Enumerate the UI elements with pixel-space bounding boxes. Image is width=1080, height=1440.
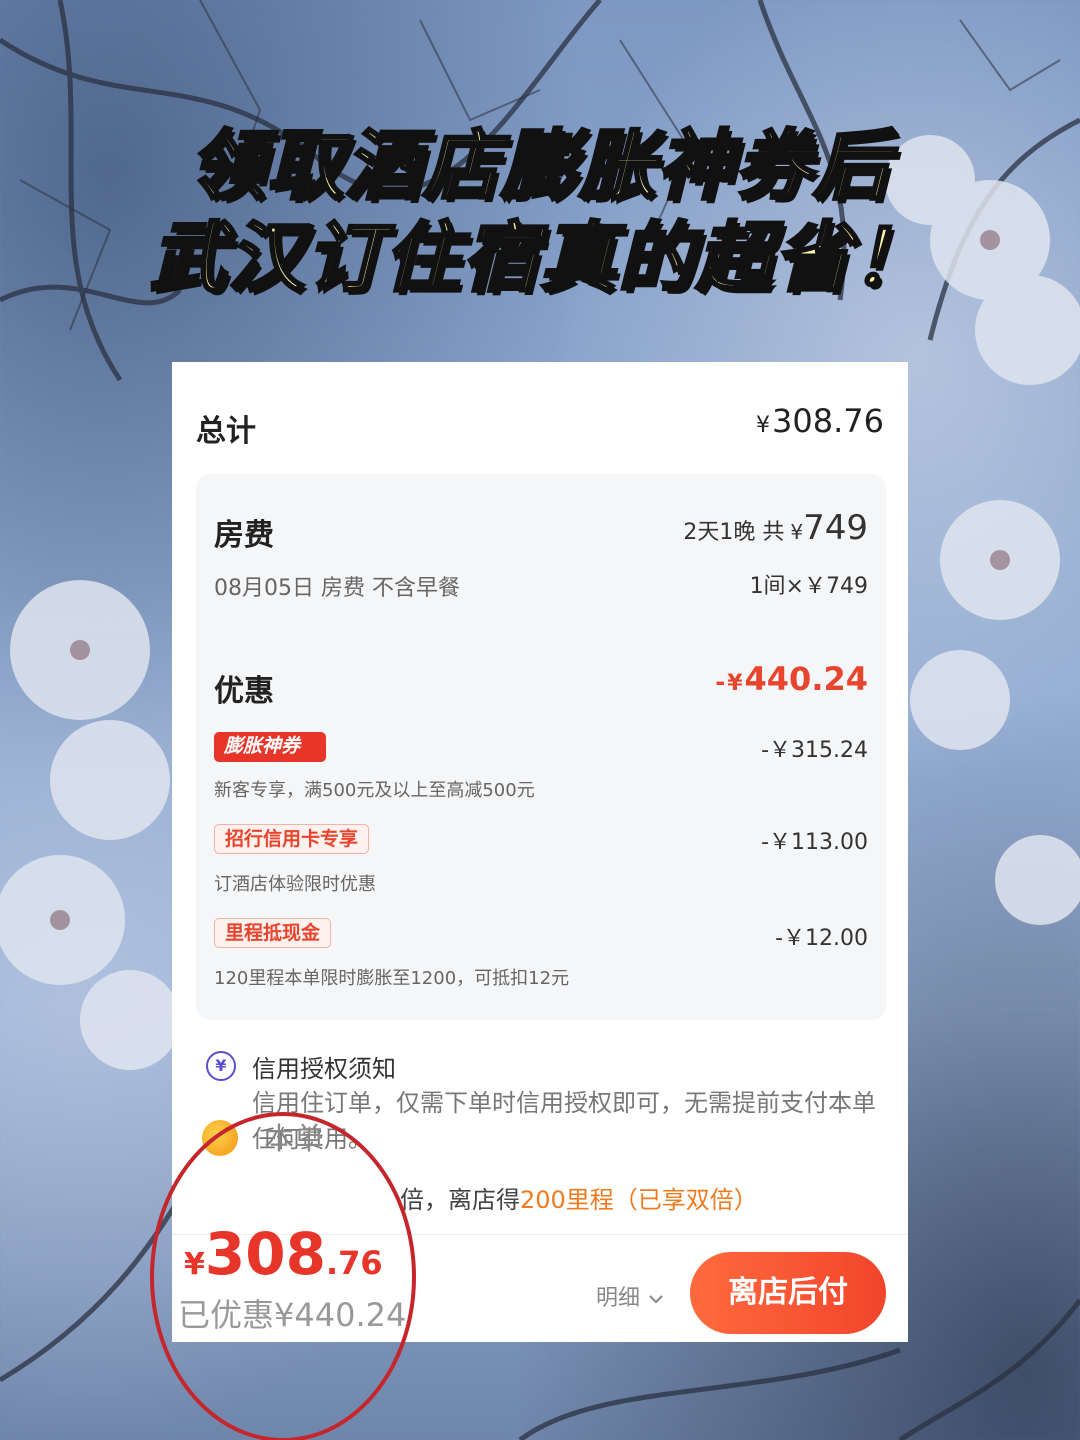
overlapped-text: 本单 [264, 1122, 324, 1157]
total-label: 总计 [196, 414, 256, 449]
discount-desc-cmb-card: 订酒店体验限时优惠 [214, 874, 376, 895]
room-fee-line-desc: 08月05日 房费 不含早餐 [214, 576, 460, 601]
yuan-circle-icon: ¥ [206, 1051, 236, 1081]
discount-total-amount: 440.24 [744, 660, 868, 698]
discount-amount-mileage: -￥12.00 [775, 926, 868, 951]
footer-currency: ¥ [184, 1247, 205, 1282]
room-fee-currency: ¥ [790, 520, 804, 544]
coupon-tag-expansion: 膨胀神券 [214, 732, 327, 762]
discount-amount-cmb-card: -￥113.00 [761, 830, 868, 855]
room-fee-summary-amount: 749 [803, 508, 868, 548]
room-fee-title: 房费 [214, 518, 274, 553]
coupon-tag-mileage: 里程抵现金 [214, 918, 332, 948]
footer-price-dec: .76 [325, 1244, 383, 1282]
total-currency: ¥ [756, 413, 771, 438]
room-fee-line-amount: 1间×￥749 [749, 574, 868, 599]
mileage-prefix: 倍，离店得 [400, 1186, 520, 1214]
headline-line-1: 领取酒店膨胀神券后 [188, 120, 891, 212]
total-amount: 308.76 [772, 402, 884, 440]
fee-breakdown-box: 房费 2天1晚 共 ¥749 08月05日 房费 不含早餐 1间×￥749 优惠 … [196, 474, 886, 1020]
discount-desc-expansion: 新客专享，满500元及以上至高减500元 [214, 780, 535, 801]
footer-price: ¥308.76 [184, 1220, 383, 1288]
room-fee-summary: 2天1晚 共 ¥749 [683, 508, 868, 548]
mileage-reward: 倍，离店得200里程（已享双倍） [400, 1180, 758, 1215]
detail-toggle[interactable]: 明细 [596, 1280, 664, 1312]
total-value: ¥308.76 [756, 402, 884, 440]
pay-after-checkout-button[interactable]: 离店后付 [690, 1252, 886, 1334]
notice-text: 信用住订单，仅需下单时信用授权即可，无需提前支付本单任何费用。 [252, 1089, 876, 1153]
discount-title: 优惠 [214, 674, 274, 709]
mileage-highlight: 200里程（已享双倍） [520, 1186, 758, 1214]
discount-amount-expansion: -￥315.24 [761, 738, 868, 763]
chevron-down-icon [649, 1295, 663, 1304]
detail-label: 明细 [596, 1286, 641, 1311]
discount-total: -¥440.24 [715, 660, 868, 698]
coupon-tag-cmb-card: 招行信用卡专享 [214, 824, 370, 854]
discount-total-currency: ¥ [727, 671, 743, 696]
total-row: 总计 ¥308.76 [196, 402, 884, 449]
notice-title: 信用授权须知 [252, 1055, 396, 1083]
headline: 领取酒店膨胀神券后 武汉订住宿真的超省！ [0, 120, 1080, 304]
coin-icon [202, 1120, 238, 1156]
footer-saved-amount: 已优惠¥440.24 [178, 1296, 407, 1334]
price-detail-card: 总计 ¥308.76 房费 2天1晚 共 ¥749 08月05日 房费 不含早餐 … [172, 362, 908, 1342]
footer-price-int: 308 [204, 1220, 326, 1288]
room-fee-summary-prefix: 2天1晚 共 [683, 520, 785, 545]
headline-line-2: 武汉订住宿真的超省！ [149, 212, 930, 304]
discount-total-prefix: - [715, 668, 726, 696]
discount-desc-mileage: 120里程本单限时膨胀至1200，可抵扣12元 [214, 968, 570, 989]
